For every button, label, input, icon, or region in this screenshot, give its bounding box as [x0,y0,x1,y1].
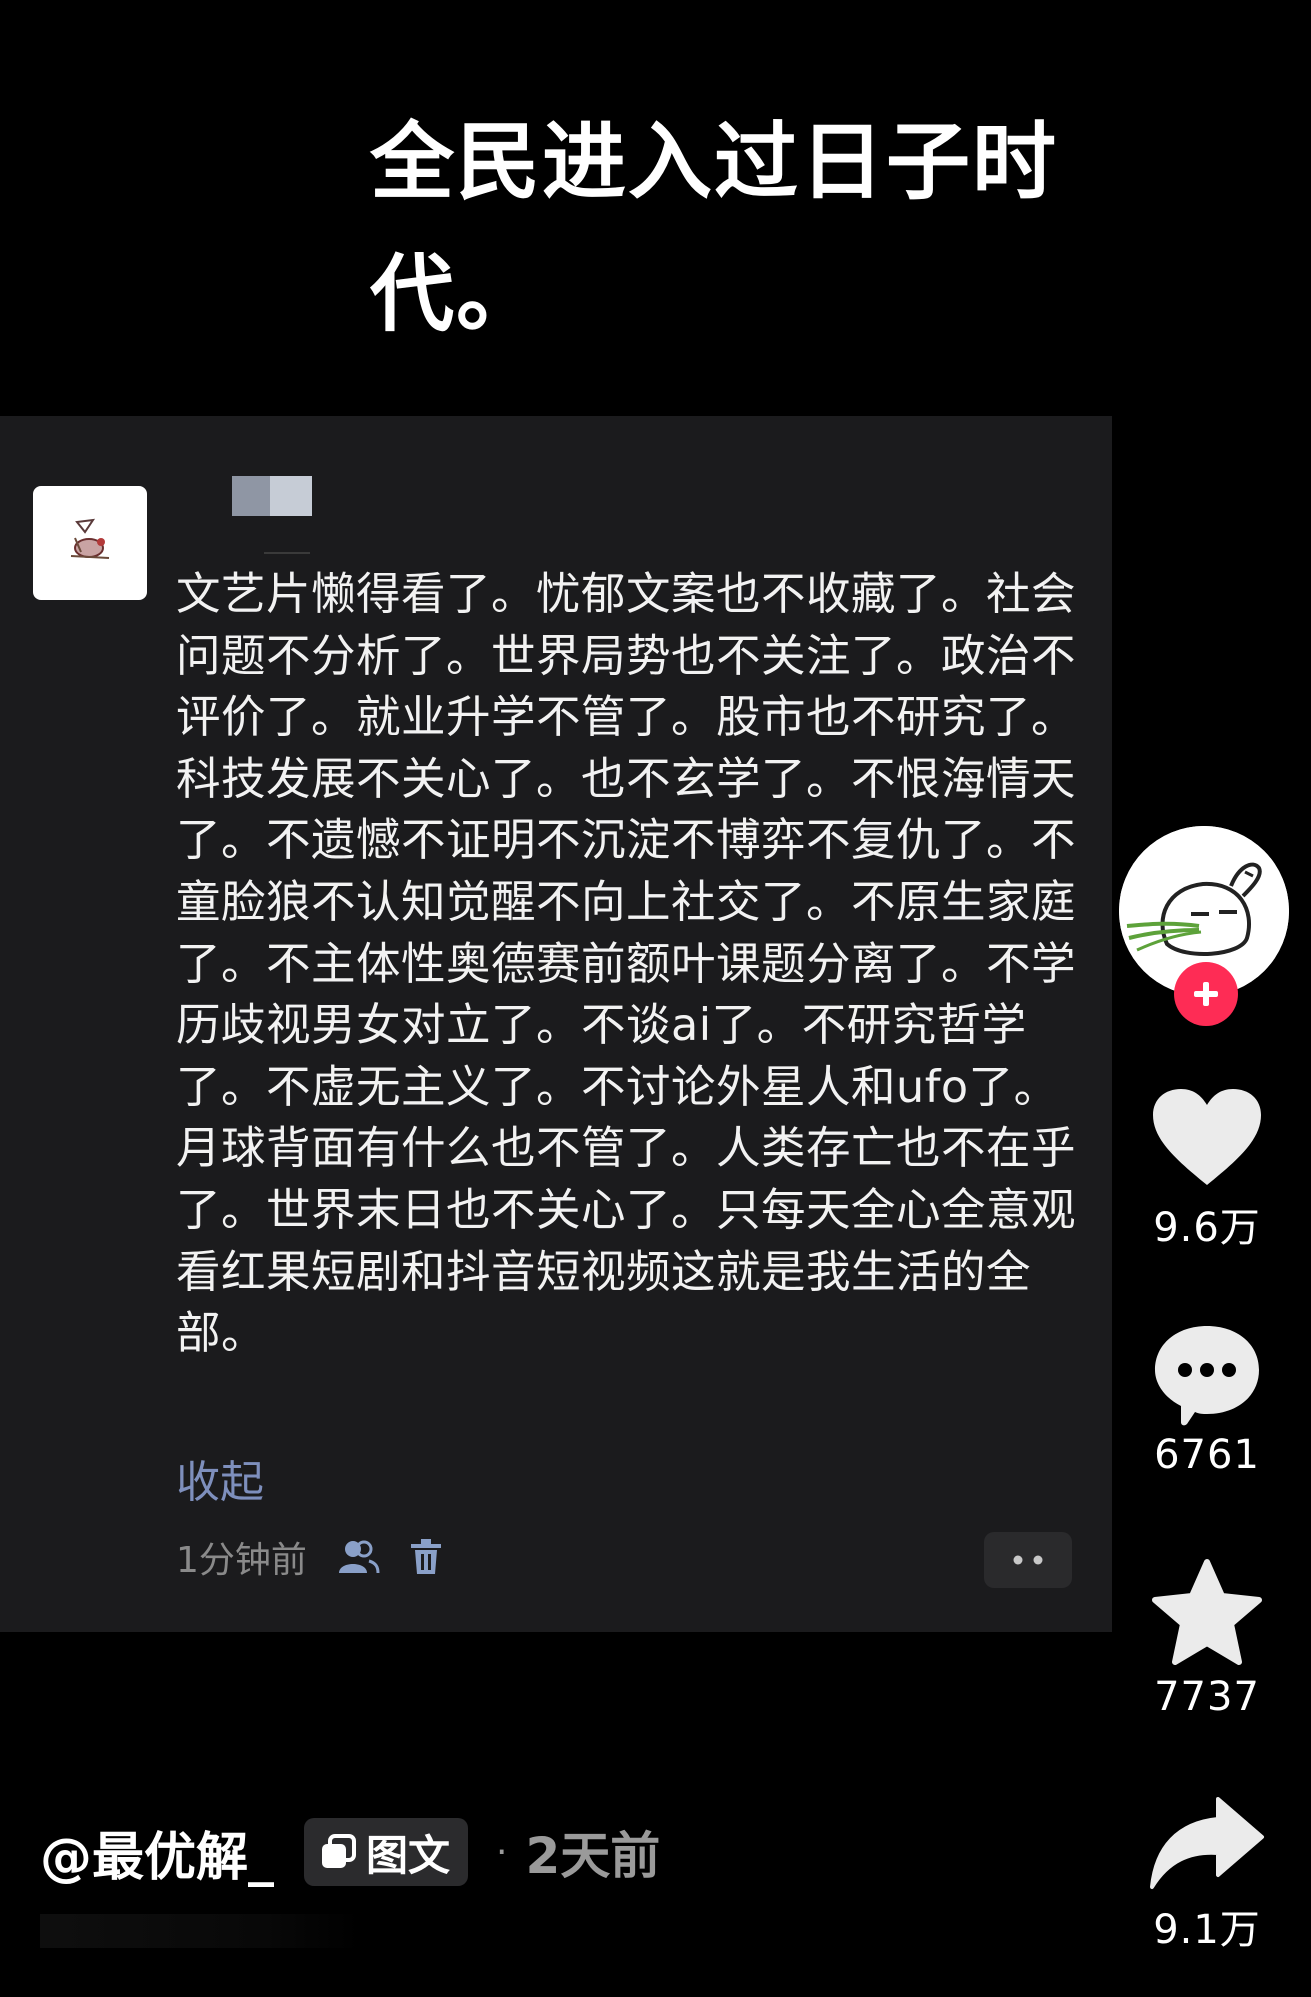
headline-line-2: 代。 [370,245,543,343]
author-name[interactable]: @最优解_ [40,1815,274,1890]
favorite-button[interactable]: 7737 [1112,1558,1302,1720]
headline-line-1: 全民进入过日子时 [370,113,1059,211]
heart-icon [1153,1089,1261,1185]
collapse-button[interactable]: 收起 [176,1446,264,1510]
post-footer: @最优解_ 图文 · 2天前 [40,1816,660,1888]
post-type-tag: 图文 [304,1818,469,1886]
follow-button[interactable] [1174,962,1238,1026]
star-icon [1152,1559,1262,1665]
caption-fade [40,1914,360,1948]
share-arrow-icon [1150,1797,1264,1889]
favorite-count: 7737 [1154,1674,1260,1720]
comment-meta: 1分钟前 [176,1532,469,1582]
image-text-icon [322,1834,357,1868]
post-headline: 全民进入过日子时 代。 [370,96,1090,360]
sketch-avatar-icon [70,518,110,559]
username-redacted [232,476,312,516]
more-options-button[interactable] [984,1532,1072,1588]
redaction-mark [264,552,310,554]
comment-button[interactable]: 6761 [1112,1322,1302,1478]
post-type-label: 图文 [366,1830,451,1880]
like-count: 9.6万 [1153,1205,1261,1251]
chat-bubble-icon [1155,1326,1259,1426]
people-icon[interactable] [333,1532,383,1582]
share-count: 9.1万 [1153,1907,1261,1953]
plus-icon [1194,982,1218,1006]
commenter-avatar[interactable] [33,486,147,600]
separator-dot: · [496,1831,508,1873]
more-dots-icon [1013,1555,1043,1565]
comment-body: 文艺片懒得看了。忧郁文案也不收藏了。社会问题不分析了。世界局势也不关注了。政治不… [176,569,1077,1360]
share-button[interactable]: 9.1万 [1112,1795,1302,1955]
comment-count: 6761 [1154,1432,1260,1478]
like-button[interactable]: 9.6万 [1112,1085,1302,1253]
trash-icon[interactable] [401,1532,451,1582]
post-time: 2天前 [525,1827,661,1885]
comment-card: 文艺片懒得看了。忧郁文案也不收藏了。社会问题不分析了。世界局势也不关注了。政治不… [0,416,1112,1632]
comment-time: 1分钟前 [176,1540,307,1581]
